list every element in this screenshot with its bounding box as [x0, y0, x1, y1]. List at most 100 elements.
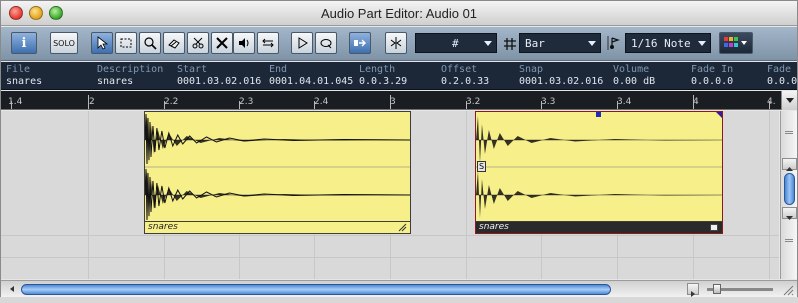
scrub-arrows-icon: [262, 38, 274, 48]
scroll-up-button[interactable]: [782, 158, 797, 171]
loop-button[interactable]: [315, 32, 337, 54]
play-icon: [298, 37, 308, 49]
info-col-fade-in[interactable]: Fade In 0.0.0.0: [691, 64, 733, 88]
grid-line: [88, 111, 89, 279]
info-value: 0.00 dB: [613, 76, 656, 87]
snap-zero-crossing-button[interactable]: [385, 32, 407, 54]
info-value: snares: [6, 76, 43, 87]
quantize-value-dropdown[interactable]: 1/16 Note: [625, 33, 711, 53]
grid-line: [769, 111, 770, 279]
info-header: Volume: [613, 64, 650, 75]
horizontal-scrollbar[interactable]: [1, 280, 797, 297]
info-header: Start: [177, 64, 208, 75]
mute-tool-button[interactable]: [211, 32, 233, 54]
magnifier-icon: [144, 37, 157, 50]
zoom-slider-thumb[interactable]: [713, 284, 721, 294]
info-col-offset[interactable]: Offset 0.2.0.33: [441, 64, 489, 88]
lane-divider: [1, 257, 779, 258]
play-button[interactable]: [291, 32, 313, 54]
object-selection-tool-button[interactable]: [91, 32, 113, 54]
scrub-tool-button[interactable]: [257, 32, 279, 54]
chevron-down-icon: [786, 98, 794, 103]
info-value: 0.2.0.33: [441, 76, 490, 87]
audio-event-selected[interactable]: S snares: [475, 111, 723, 234]
resize-handle-icon[interactable]: [398, 223, 407, 232]
ruler-label: 3.2: [466, 97, 481, 107]
grid-type-value: Bar: [525, 36, 545, 50]
ruler-tick: [390, 95, 391, 109]
zero-crossing-icon: [390, 37, 402, 49]
colors-menu-button[interactable]: [719, 32, 753, 54]
horizontal-scroll-thumb[interactable]: [21, 284, 611, 295]
ruler-label: 2.2: [164, 97, 179, 107]
vertical-scrollbar[interactable]: [780, 111, 797, 279]
solo-button[interactable]: SOLO: [50, 32, 78, 54]
snap-mode-dropdown[interactable]: #: [415, 33, 497, 53]
info-value: snares: [97, 76, 134, 87]
quantize-icon: [607, 35, 621, 51]
arrow-pointer-icon: [97, 36, 109, 50]
ruler-tick: [11, 101, 12, 109]
snap-point-marker[interactable]: S: [477, 161, 486, 172]
info-value: 0.0.3.29: [359, 76, 408, 87]
info-col-end[interactable]: End 0001.04.01.045: [269, 64, 353, 88]
ruler-tick: [693, 95, 694, 109]
range-select-icon: [120, 38, 132, 48]
lane-divider: [1, 235, 779, 236]
info-col-volume[interactable]: Volume 0.00 dB: [613, 64, 655, 88]
range-selection-tool-button[interactable]: [115, 32, 137, 54]
vertical-scroll-thumb[interactable]: [784, 173, 795, 205]
color-palette-icon: [724, 37, 747, 47]
info-col-description[interactable]: Description snares: [97, 64, 163, 88]
ruler-label: 3.3: [541, 97, 556, 107]
quantize-value: 1/16 Note: [631, 36, 691, 50]
audio-event[interactable]: snares: [144, 111, 411, 234]
waveform: [476, 116, 722, 218]
info-col-snap[interactable]: Snap 0001.03.02.016: [519, 64, 603, 88]
scroll-down-button[interactable]: [782, 207, 797, 220]
grid-line: [466, 111, 467, 279]
ruler-label: 2: [89, 97, 95, 107]
info-value: 0001.03.02.016: [519, 76, 604, 87]
info-col-fade-out[interactable]: Fade 0.0.0: [767, 64, 797, 88]
ruler-label: 2.3: [239, 97, 254, 107]
info-header: Length: [359, 64, 396, 75]
solo-label: SOLO: [53, 38, 75, 48]
draw-tool-button[interactable]: [163, 32, 185, 54]
play-tool-button[interactable]: [233, 32, 255, 54]
ruler-options-button[interactable]: [781, 91, 797, 110]
snap-mode-value: #: [452, 36, 459, 50]
info-col-file[interactable]: File snares: [6, 64, 42, 88]
arrow-left-icon[interactable]: [7, 284, 17, 294]
event-name: snares: [476, 221, 722, 233]
info-col-start[interactable]: Start 0001.03.02.016: [177, 64, 261, 88]
speaker-icon: [239, 38, 249, 48]
volume-handle[interactable]: [596, 112, 601, 117]
scissors-icon: [192, 37, 204, 49]
event-display[interactable]: snares S snares: [1, 111, 779, 279]
info-header: End: [269, 64, 288, 75]
chevron-down-icon: [698, 41, 706, 46]
ruler-tick: [466, 101, 467, 109]
ruler-tick: [164, 101, 165, 109]
timeline-ruler[interactable]: 1.4 2 2.2 2.3 2.4 3 3.2 3.3 3.4 4 4.: [1, 91, 781, 110]
scissors-tool-button[interactable]: [187, 32, 209, 54]
fade-out-handle[interactable]: [716, 112, 722, 118]
window-resize-grip-icon[interactable]: [781, 283, 794, 296]
info-value: 0001.03.02.016: [177, 76, 262, 87]
info-header: Fade In: [691, 64, 734, 75]
info-button[interactable]: i: [11, 32, 37, 54]
ruler-tick: [88, 95, 89, 109]
info-value: 0001.04.01.045: [269, 76, 354, 87]
grid-type-dropdown[interactable]: Bar: [519, 33, 601, 53]
zoom-tool-button[interactable]: [139, 32, 161, 54]
info-label: i: [21, 35, 27, 51]
ruler-label: 3.4: [617, 97, 632, 107]
scroll-right-button[interactable]: [687, 283, 699, 297]
autoscroll-button[interactable]: [349, 32, 371, 54]
chevron-down-icon: [484, 41, 492, 46]
info-col-length[interactable]: Length 0.0.3.29: [359, 64, 407, 88]
title-bar[interactable]: Audio Part Editor: Audio 01: [1, 1, 797, 26]
info-value: 0.0.0: [767, 76, 797, 87]
resize-handle-icon[interactable]: [710, 224, 718, 231]
